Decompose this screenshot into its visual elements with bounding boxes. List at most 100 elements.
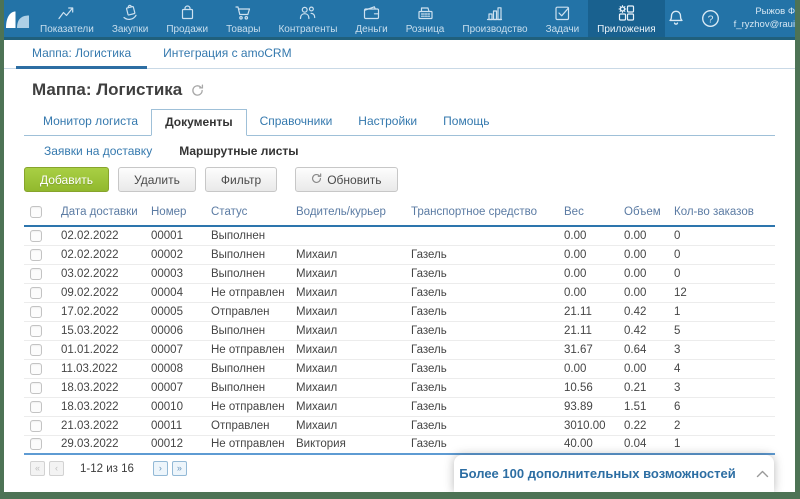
nav-label: Закупки xyxy=(112,24,148,35)
table-cell xyxy=(409,226,562,245)
add-button[interactable]: Добавить xyxy=(24,167,109,192)
user-name: Рыжов Ф. xyxy=(734,6,798,18)
row-checkbox[interactable] xyxy=(30,344,42,356)
nav-item-roznitsa[interactable]: Розница xyxy=(397,0,454,37)
table-row[interactable]: 11.03.202200008ВыполненМихаилГазель0.000… xyxy=(24,359,775,378)
table-row[interactable]: 01.01.202200007Не отправленМихаилГазель3… xyxy=(24,340,775,359)
tab-dokumenty[interactable]: Документы xyxy=(151,109,246,136)
tab-spravochniki[interactable]: Справочники xyxy=(247,109,346,135)
user-info[interactable]: Рыжов Ф. f_ryzhov@rauit xyxy=(734,6,798,31)
table-cell: Газель xyxy=(409,378,562,397)
subtab-zayavki-na-dostavku[interactable]: Заявки на доставку xyxy=(44,144,152,158)
column-header-weight[interactable]: Вес xyxy=(562,201,622,226)
row-checkbox[interactable] xyxy=(30,268,42,280)
delete-button[interactable]: Удалить xyxy=(118,167,196,192)
table-cell: 5 xyxy=(672,321,775,340)
table-cell: 4 xyxy=(672,359,775,378)
row-checkbox[interactable] xyxy=(30,287,42,299)
table-cell: 1.51 xyxy=(622,397,672,416)
table-row[interactable]: 17.02.202200005ОтправленМихаилГазель21.1… xyxy=(24,302,775,321)
table-row[interactable]: 29.03.202200012Не отправленВикторияГазел… xyxy=(24,435,775,454)
table-cell: Выполнен xyxy=(209,226,294,245)
column-header-orders-count[interactable]: Кол-во заказов xyxy=(672,201,775,226)
app-logo-icon[interactable] xyxy=(4,0,31,37)
nav-label: Товары xyxy=(226,24,260,35)
column-header-driver[interactable]: Водитель/курьер xyxy=(294,201,409,226)
tab-label: Документы xyxy=(165,115,232,129)
nav-item-zakupki[interactable]: Закупки xyxy=(103,0,157,37)
row-checkbox[interactable] xyxy=(30,420,42,432)
nav-item-prodazhi[interactable]: Продажи xyxy=(157,0,217,37)
nav-item-pokazateli[interactable]: Показатели xyxy=(31,0,103,37)
nav-item-kontragenty[interactable]: Контрагенты xyxy=(269,0,346,37)
subtab-marshrutnye-listy[interactable]: Маршрутные листы xyxy=(179,144,298,158)
tab-monitor-logista[interactable]: Монитор логиста xyxy=(30,109,151,135)
table-row[interactable]: 02.02.202200001Выполнен0.000.000 xyxy=(24,226,775,245)
row-checkbox[interactable] xyxy=(30,249,42,261)
table-cell: 17.02.2022 xyxy=(59,302,149,321)
column-header-status[interactable]: Статус xyxy=(209,201,294,226)
table-cell: 0 xyxy=(672,245,775,264)
table-cell: Выполнен xyxy=(209,359,294,378)
table-cell: Газель xyxy=(409,359,562,378)
table-row[interactable]: 03.02.202200003ВыполненМихаилГазель0.000… xyxy=(24,264,775,283)
factory-bars-icon xyxy=(484,3,505,23)
next-page-button[interactable]: › xyxy=(153,461,168,476)
refresh-list-button[interactable]: Обновить xyxy=(295,167,397,192)
row-checkbox[interactable] xyxy=(30,401,42,413)
table-row[interactable]: 18.03.202200007ВыполненМихаилГазель10.56… xyxy=(24,378,775,397)
nav-item-proizvodstvo[interactable]: Производство xyxy=(453,0,536,37)
first-page-button[interactable]: « xyxy=(30,461,45,476)
row-checkbox[interactable] xyxy=(30,325,42,337)
tab-nastroyki[interactable]: Настройки xyxy=(345,109,430,135)
column-header-date[interactable]: Дата доставки xyxy=(59,201,149,226)
table-row[interactable]: 21.03.202200011ОтправленМихаилГазель3010… xyxy=(24,416,775,435)
sales-bag-icon xyxy=(177,3,198,23)
table-row[interactable]: 18.03.202200010Не отправленМихаилГазель9… xyxy=(24,397,775,416)
table-cell: 0.00 xyxy=(622,226,672,245)
table-cell: 3010.00 xyxy=(562,416,622,435)
notifications-bell-icon[interactable] xyxy=(665,8,687,29)
table-cell: Газель xyxy=(409,245,562,264)
prev-page-button[interactable]: ‹ xyxy=(49,461,64,476)
select-all-checkbox[interactable] xyxy=(30,206,42,218)
nav-item-dengi[interactable]: Деньги xyxy=(346,0,396,37)
refresh-page-icon[interactable] xyxy=(191,84,204,97)
promo-label: Более 100 дополнительных возможностей xyxy=(459,466,735,481)
table-cell: Газель xyxy=(409,397,562,416)
table-cell: 0 xyxy=(672,264,775,283)
table-cell: Газель xyxy=(409,435,562,454)
page-title-row: Маппа: Логистика xyxy=(32,80,775,100)
table-row[interactable]: 15.03.202200006ВыполненМихаилГазель21.11… xyxy=(24,321,775,340)
row-checkbox[interactable] xyxy=(30,230,42,242)
column-header-number[interactable]: Номер xyxy=(149,201,209,226)
tab-mappa-logistika[interactable]: Маппа: Логистика xyxy=(16,40,147,69)
document-subtabs: Заявки на доставку Маршрутные листы xyxy=(44,144,775,158)
row-checkbox[interactable] xyxy=(30,438,42,450)
nav-item-prilozheniya[interactable]: Приложения xyxy=(588,0,665,37)
help-icon[interactable]: ? xyxy=(700,8,721,29)
column-header-volume[interactable]: Объем xyxy=(622,201,672,226)
table-cell: Михаил xyxy=(294,378,409,397)
nav-item-zadachi[interactable]: Задачи xyxy=(537,0,589,37)
table-row[interactable]: 02.02.202200002ВыполненМихаилГазель0.000… xyxy=(24,245,775,264)
chart-line-icon xyxy=(56,3,77,23)
table-cell: Газель xyxy=(409,264,562,283)
row-checkbox[interactable] xyxy=(30,382,42,394)
table-cell: 3 xyxy=(672,340,775,359)
promo-banner[interactable]: Более 100 дополнительных возможностей xyxy=(454,455,774,492)
last-page-button[interactable]: » xyxy=(172,461,187,476)
row-checkbox[interactable] xyxy=(30,363,42,375)
table-cell: 18.03.2022 xyxy=(59,378,149,397)
tab-integraciya-amocrm[interactable]: Интеграция с amoCRM xyxy=(147,40,307,69)
tab-pomosch[interactable]: Помощь xyxy=(430,109,502,135)
filter-button[interactable]: Фильтр xyxy=(205,167,277,192)
column-header-vehicle[interactable]: Транспортное средство xyxy=(409,201,562,226)
nav-item-tovary[interactable]: Товары xyxy=(217,0,269,37)
table-cell: 01.01.2022 xyxy=(59,340,149,359)
row-checkbox[interactable] xyxy=(30,306,42,318)
pagination-range: 1-12 из 16 xyxy=(80,463,134,475)
user-email: f_ryzhov@rauit xyxy=(734,19,798,31)
table-row[interactable]: 09.02.202200004Не отправленМихаилГазель0… xyxy=(24,283,775,302)
table-cell: 0.00 xyxy=(622,359,672,378)
